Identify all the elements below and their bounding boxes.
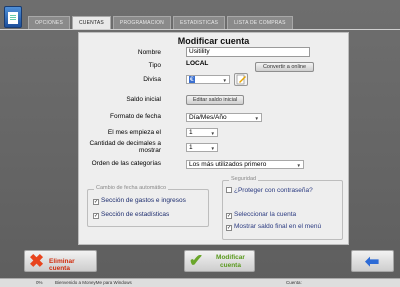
auto-date-group-title: Cambio de fecha automático [94, 185, 169, 191]
security-group: Seguridad ¿Proteger con contraseña? ✓ Sel… [222, 176, 343, 240]
tab-shopping-list[interactable]: Lista de compras [227, 16, 293, 29]
checkbox-checked-icon: ✓ [93, 213, 99, 219]
checkbox-label: Mostrar saldo final en el menú [234, 223, 322, 230]
category-order-label: Orden de las categorías [91, 160, 161, 167]
checkbox-password-protect[interactable]: ¿Proteger con contraseña? [226, 186, 313, 195]
decimals-select[interactable]: 1 ▼ [186, 143, 218, 152]
tab-statistics[interactable]: Estadisticas [173, 16, 226, 29]
status-progress: 0% [36, 280, 43, 285]
decimals-row: Cantidad de decimales a mostrar 1 ▼ [79, 140, 348, 154]
checkbox-select-account[interactable]: ✓ Seleccionar la cuenta [226, 210, 296, 219]
decimals-label: Cantidad de decimales a mostrar [89, 140, 161, 154]
delete-x-icon: ✖ [29, 251, 45, 271]
name-row: Nombre Usitility [79, 47, 348, 59]
initial-balance-row: Saldo inicial Editar saldo inicial [79, 95, 348, 107]
initial-balance-label: Saldo inicial [126, 96, 161, 103]
chevron-down-icon: ▼ [210, 146, 215, 151]
checkbox-checked-icon: ✓ [226, 225, 232, 231]
modify-account-button[interactable]: ✔ Modificar cuenta [184, 250, 255, 272]
delete-account-label: Eliminar cuenta [49, 258, 75, 272]
auto-date-group: Cambio de fecha automático ✓ Sección de g… [87, 185, 209, 227]
checkbox-unchecked-icon [226, 187, 232, 193]
category-order-select[interactable]: Los más utilizados primero ▼ [186, 160, 304, 169]
type-value: LOCAL [186, 60, 209, 67]
date-format-row: Formato de fecha Día/Mes/Año ▼ [79, 112, 348, 124]
checkbox-label: Sección de gastos e ingresos [101, 197, 186, 204]
decimals-value: 1 [189, 144, 193, 151]
checkbox-expenses-income[interactable]: ✓ Sección de gastos e ingresos [93, 196, 186, 205]
month-start-row: El mes empieza el 1 ▼ [79, 128, 348, 140]
checkbox-label: ¿Proteger con contraseña? [234, 187, 313, 194]
checkbox-statistics[interactable]: ✓ Sección de estadísticas [93, 210, 169, 219]
chevron-down-icon: ▼ [254, 116, 259, 121]
edit-initial-balance-button[interactable]: Editar saldo inicial [186, 95, 244, 105]
modify-account-label: Modificar cuenta [216, 254, 245, 269]
month-start-value: 1 [189, 129, 193, 136]
edit-account-panel: Modificar cuenta Nombre Usitility Tipo L… [78, 32, 349, 245]
month-start-select[interactable]: 1 ▼ [186, 128, 218, 137]
convert-online-button[interactable]: Convertir a online [255, 62, 314, 72]
delete-account-button[interactable]: ✖ Eliminar cuenta [24, 250, 97, 272]
checkbox-label: Sección de estadísticas [101, 211, 170, 218]
category-order-value: Los más utilizados primero [189, 161, 267, 168]
currency-row: Divisa € ▼ [79, 73, 348, 86]
chevron-down-icon: ▼ [210, 131, 215, 136]
status-account-label: Cuenta: [286, 280, 302, 285]
security-group-title: Seguridad [229, 176, 259, 182]
checkmark-icon: ✔ [189, 251, 204, 270]
date-format-select[interactable]: Día/Mes/Año ▼ [186, 113, 262, 122]
checkbox-checked-icon: ✓ [93, 199, 99, 205]
app-logo-icon[interactable] [4, 6, 22, 28]
edit-currency-icon[interactable] [234, 73, 248, 86]
currency-label: Divisa [143, 76, 161, 83]
date-format-value: Día/Mes/Año [189, 114, 227, 121]
currency-select[interactable]: € ▼ [186, 75, 230, 84]
checkbox-show-final-balance[interactable]: ✓ Mostrar saldo final en el menú [226, 222, 321, 231]
type-label: Tipo [148, 62, 161, 69]
checkbox-label: Seleccionar la cuenta [234, 211, 297, 218]
tab-divider [0, 29, 400, 30]
currency-value: € [189, 76, 195, 83]
name-label: Nombre [137, 49, 161, 56]
main-tabs: Opciones Cuentas Programacion Estadistic… [28, 16, 293, 29]
status-bar: 0% Bienvenido a MoneyMe para Windows Cue… [0, 278, 400, 287]
name-input[interactable]: Usitility [186, 47, 310, 57]
chevron-down-icon: ▼ [222, 78, 227, 83]
tab-options[interactable]: Opciones [28, 16, 70, 29]
category-order-row: Orden de las categorías Los más utilizad… [79, 159, 348, 171]
app-window: Opciones Cuentas Programacion Estadistic… [0, 0, 400, 287]
tab-scheduling[interactable]: Programacion [112, 16, 171, 29]
checkbox-checked-icon: ✓ [226, 213, 232, 219]
tab-accounts[interactable]: Cuentas [72, 16, 111, 29]
chevron-down-icon: ▼ [296, 163, 301, 168]
status-message: Bienvenido a MoneyMe para Windows [55, 280, 132, 285]
arrow-left-icon: ⬅ [365, 252, 380, 271]
date-format-label: Formato de fecha [110, 113, 161, 120]
month-start-label: El mes empieza el [107, 129, 161, 136]
back-button[interactable]: ⬅ [351, 250, 394, 272]
type-row: Tipo LOCAL Convertir a online [79, 60, 348, 72]
page-title: Modificar cuenta [177, 36, 250, 46]
